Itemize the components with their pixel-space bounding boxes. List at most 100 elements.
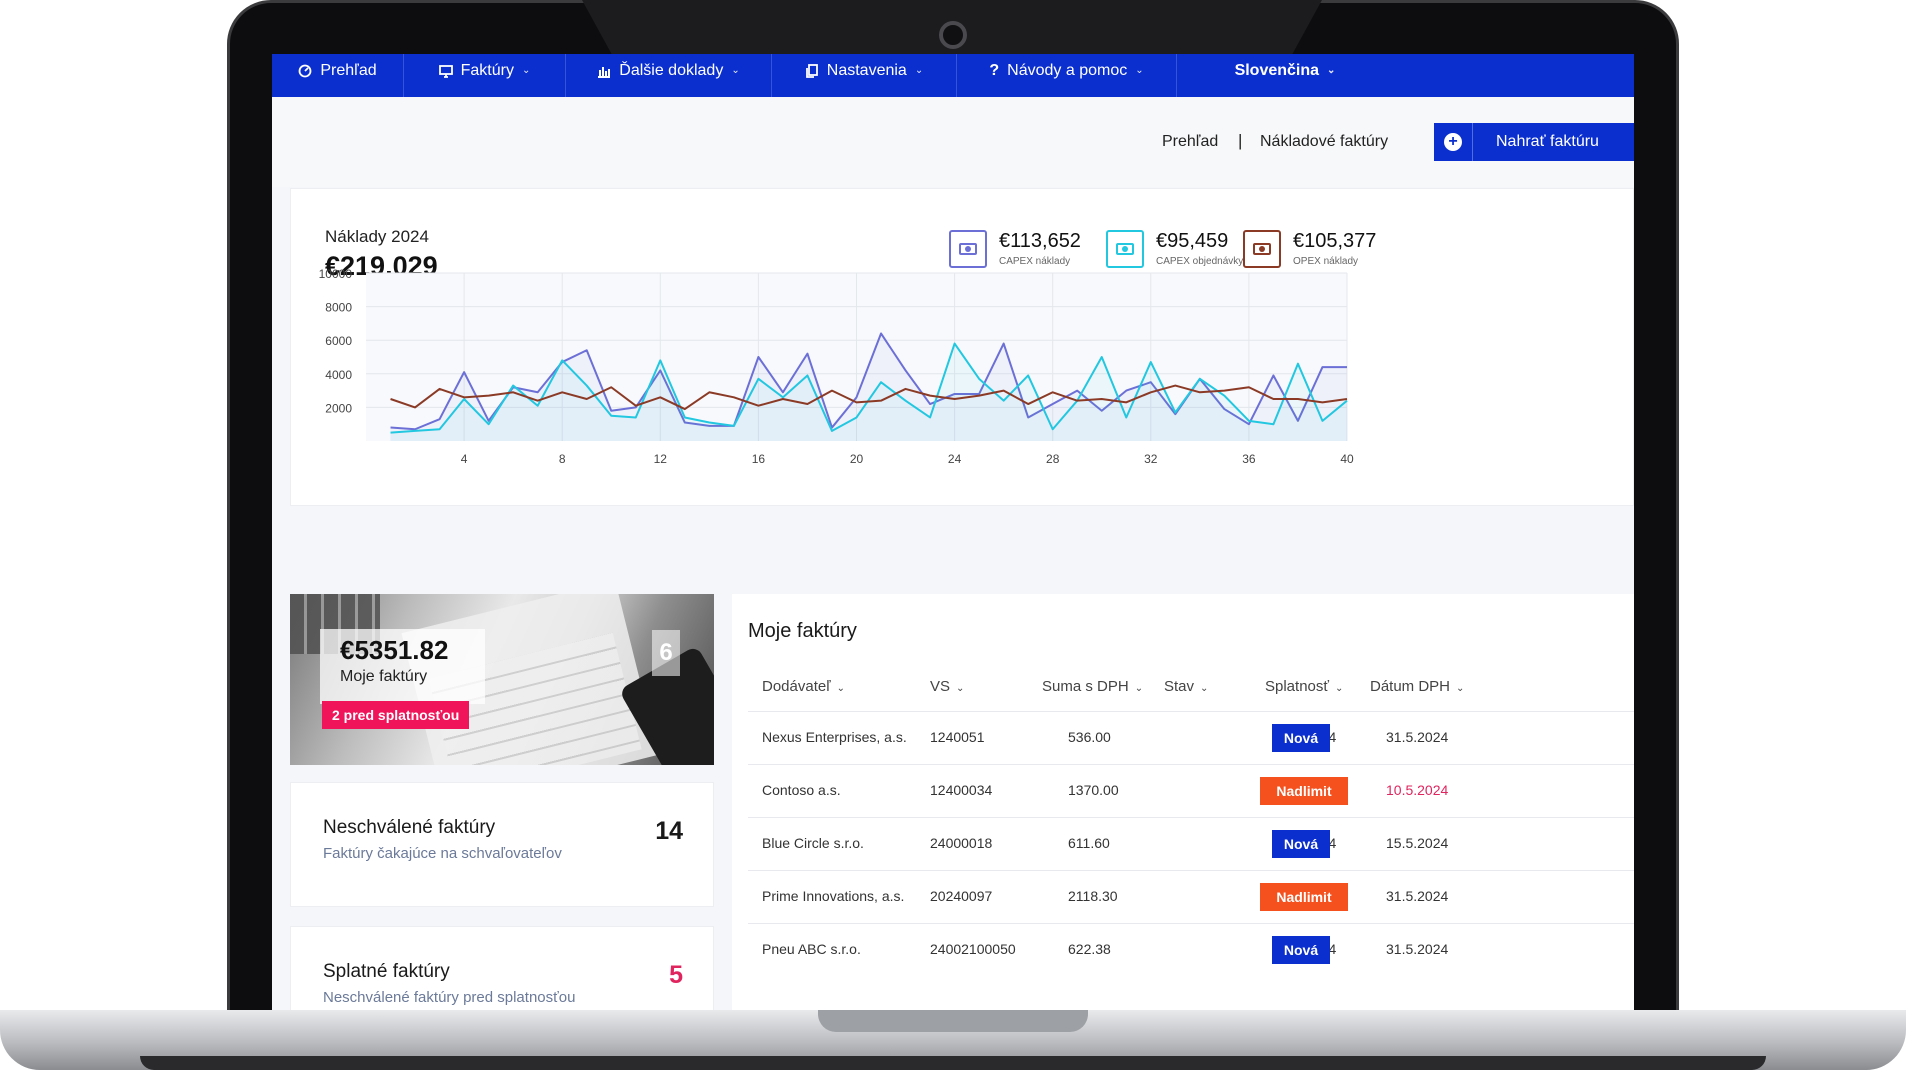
x-tick-label: 12 [654,452,668,466]
column-label: Splatnosť [1265,678,1329,695]
x-tick-label: 16 [752,452,766,466]
status-badge: Nadlimit [1260,883,1348,911]
column-label: Suma s DPH [1042,678,1129,695]
y-tick-label: 2000 [325,401,352,415]
column-header-supplier[interactable]: Dodávateľ ⌄ [762,678,845,695]
invoices-title: Moje faktúry [748,620,857,642]
nav-label: Prehľad [320,61,377,79]
x-tick-label: 24 [948,452,962,466]
bar-chart-icon [598,66,611,78]
my-invoices-summary-card[interactable]: €5351.82 Moje faktúry 2 pred splatnosťou… [290,594,714,765]
cell-amount: 2118.30 [1068,888,1118,904]
page-header [272,97,1634,187]
plus-icon: + [1444,133,1462,151]
upload-invoice-button[interactable]: + Nahrať faktúru [1434,123,1634,161]
x-tick-label: 32 [1144,452,1158,466]
upload-button-label: Nahrať faktúru [1496,133,1599,150]
column-label: Stav [1164,678,1195,695]
nav-item-navody[interactable]: ? Návody a pomoc ⌄ [957,54,1177,97]
cell-vs: 1240051 [930,729,985,745]
x-tick-label: 36 [1242,452,1256,466]
chevron-down-icon: ⌄ [1200,683,1209,694]
cell-vs: 20240097 [930,888,993,904]
x-tick-label: 20 [850,452,864,466]
nav-item-prehlad[interactable]: Prehľad [272,54,404,97]
cell-vs: 24000018 [930,835,993,851]
column-header-status[interactable]: Stav ⌄ [1164,678,1208,695]
y-tick-label: 10000 [319,267,353,281]
nav-item-faktury[interactable]: Faktúry ⌄ [404,54,566,97]
y-tick-label: 4000 [325,368,352,382]
y-tick-label: 8000 [325,301,352,315]
column-header-vat-date[interactable]: Dátum DPH ⌄ [1370,678,1464,695]
costs-chart-card: Náklady 2024 €219,029 €113,652 CAPEX nák… [290,188,1634,506]
cell-vat-date: 10.5.2024 [1386,782,1449,798]
cell-amount: 611.60 [1068,835,1110,851]
x-tick-label: 8 [559,452,566,466]
chevron-down-icon: ⌄ [956,683,965,694]
due-subtitle: Neschválené faktúry pred splatnosťou [323,989,576,1006]
table-row[interactable]: Contoso a.s.124000341370.0017.5.202410.5… [748,764,1634,817]
table-row[interactable]: Prime Innovations, a.s.202400972118.3015… [748,870,1634,923]
status-badge: Nadlimit [1260,777,1348,805]
due-title: Splatné faktúry [323,961,450,982]
button-divider [1472,123,1473,161]
nav-item-dalsie-doklady[interactable]: Ďalšie doklady ⌄ [566,54,772,97]
chevron-down-icon: ⌄ [836,683,845,694]
chevron-down-icon: ⌄ [914,65,924,76]
cell-vat-date: 31.5.2024 [1386,729,1449,745]
column-header-vs[interactable]: VS ⌄ [930,678,964,695]
costs-line-chart: 2000 4000 6000 8000 10000 4 8 12 16 20 24 28 32 36 40 [319,267,1354,466]
cell-amount: 622.38 [1068,941,1111,957]
x-tick-label: 40 [1340,452,1354,466]
question-icon: ? [989,61,1000,79]
status-badge: Nová [1272,936,1330,964]
chevron-down-icon: ⌄ [1327,65,1336,76]
nav-label: Slovenčina [1234,61,1320,79]
top-navigation: Prehľad Faktúry ⌄ Ďalšie doklady ⌄ Nasta… [272,54,1634,97]
cell-amount: 1370.00 [1068,782,1119,798]
cell-supplier: Prime Innovations, a.s. [762,888,905,904]
chevron-down-icon: ⌄ [1456,683,1465,694]
column-header-amount[interactable]: Suma s DPH ⌄ [1042,678,1143,695]
laptop-hinge-notch [818,1010,1088,1032]
camera-icon [939,21,967,49]
table-row[interactable]: Pneu ABC s.r.o.24002100050622.3810.6.202… [748,923,1634,976]
breadcrumb-prehlad[interactable]: Prehľad [1162,133,1218,151]
column-label: Dodávateľ [762,678,831,695]
cell-vs: 12400034 [930,782,993,798]
unapproved-title: Neschválené faktúry [323,817,496,838]
table-row[interactable]: Nexus Enterprises, a.s.1240051536.0013.6… [748,711,1634,764]
breadcrumb-separator: | [1238,131,1243,150]
due-invoices-card[interactable]: Splatné faktúry Neschválené faktúry pred… [290,926,714,1012]
language-selector[interactable]: Slovenčina ⌄ [1177,54,1393,97]
chevron-down-icon: ⌄ [1134,683,1144,694]
cell-supplier: Nexus Enterprises, a.s. [762,729,907,745]
table-row[interactable]: Blue Circle s.r.o.24000018611.6012.6.202… [748,817,1634,870]
due-count: 5 [669,961,683,989]
x-tick-label: 28 [1046,452,1060,466]
cell-supplier: Contoso a.s. [762,782,841,798]
nav-label: Faktúry [460,61,514,79]
laptop-base-shadow [140,1056,1766,1070]
y-tick-label: 6000 [325,334,352,348]
monitor-icon [438,64,453,78]
summary-count: 6 [652,630,680,676]
cell-supplier: Pneu ABC s.r.o. [762,941,861,957]
app-screen: Prehľad Faktúry ⌄ Ďalšie doklady ⌄ Nasta… [272,54,1634,1012]
copy-icon [805,63,818,78]
column-label: VS [930,678,951,695]
dashboard-icon [298,64,312,77]
chevron-down-icon: ⌄ [731,65,740,76]
due-soon-badge: 2 pred splatnosťou [322,701,470,729]
unapproved-count: 14 [655,817,683,845]
cell-amount: 536.00 [1068,729,1111,745]
nav-item-nastavenia[interactable]: Nastavenia ⌄ [772,54,957,97]
cell-supplier: Blue Circle s.r.o. [762,835,864,851]
chevron-down-icon: ⌄ [1135,65,1144,76]
breadcrumb-nakladove-faktury[interactable]: Nákladové faktúry [1260,133,1388,151]
column-header-due[interactable]: Splatnosť ⌄ [1265,678,1343,695]
chevron-down-icon: ⌄ [521,65,531,76]
unapproved-invoices-card[interactable]: Neschválené faktúry Faktúry čakajúce na … [290,782,714,907]
cell-vat-date: 31.5.2024 [1386,888,1449,904]
